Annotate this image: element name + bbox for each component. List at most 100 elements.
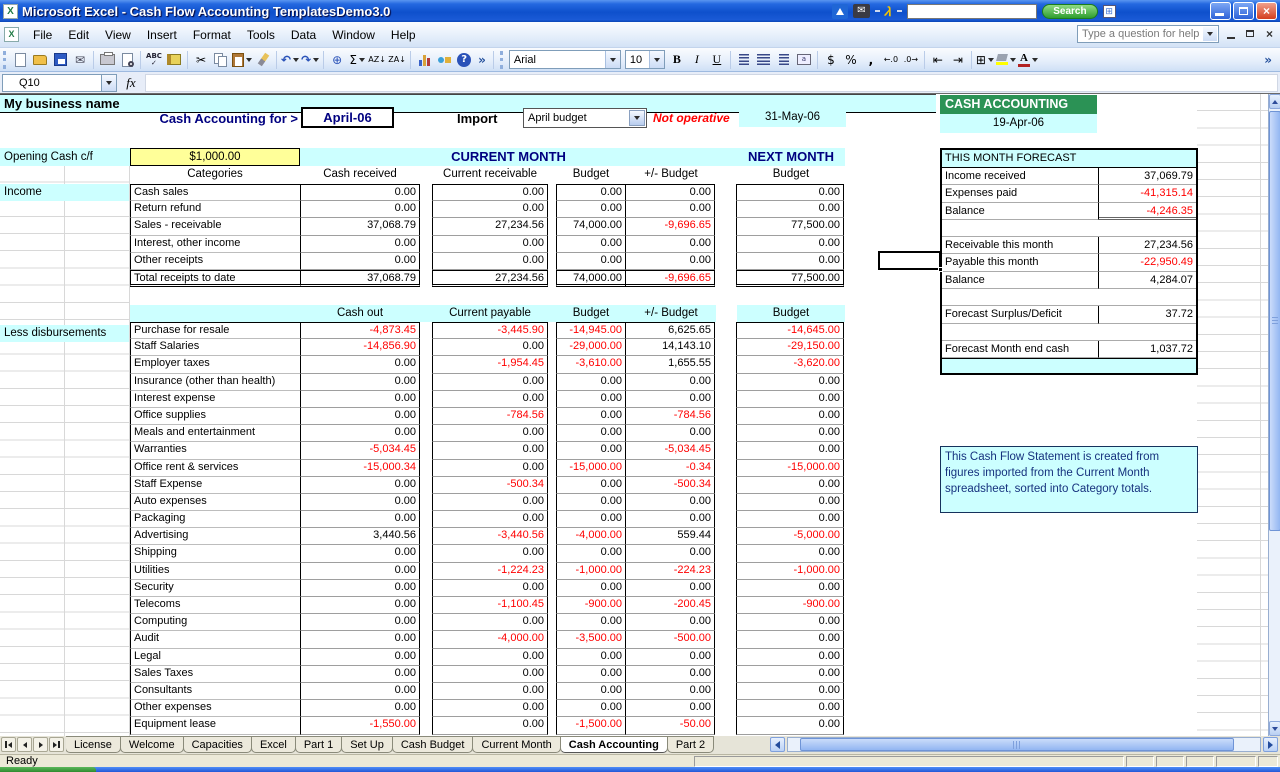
value-cell[interactable]: -1,954.45 <box>432 356 548 373</box>
gap-cell[interactable] <box>420 201 432 218</box>
forecast-value[interactable] <box>1099 324 1196 341</box>
redo-icon[interactable]: ↷ <box>300 50 320 69</box>
value-cell[interactable]: 0.00 <box>300 649 420 666</box>
gap-cell[interactable] <box>715 356 736 373</box>
gap-cell[interactable] <box>548 184 556 201</box>
gap-cell[interactable] <box>548 511 556 528</box>
value-cell[interactable]: 0.00 <box>300 391 420 408</box>
value-cell[interactable]: -29,000.00 <box>556 339 626 356</box>
value-cell[interactable]: 74,000.00 <box>556 270 626 287</box>
value-cell[interactable]: 0.00 <box>300 580 420 597</box>
column-header[interactable]: Budget <box>556 305 626 322</box>
forecast-value[interactable]: 37.72 <box>1099 306 1196 323</box>
gap-cell[interactable] <box>715 649 736 666</box>
vertical-scrollbar[interactable] <box>1268 94 1280 736</box>
value-cell[interactable]: 0.00 <box>736 253 844 270</box>
value-cell[interactable]: -15,000.34 <box>300 460 420 477</box>
value-cell[interactable]: 0.00 <box>300 374 420 391</box>
value-cell[interactable]: 0.00 <box>432 236 548 253</box>
value-cell[interactable]: -5,034.45 <box>300 442 420 459</box>
value-cell[interactable]: 0.00 <box>432 666 548 683</box>
value-cell[interactable]: 0.00 <box>432 391 548 408</box>
next-month-date-cell[interactable]: 31-May-06 <box>739 108 846 127</box>
import-dropdown[interactable]: April budget <box>523 108 647 128</box>
gap-cell[interactable] <box>548 356 556 373</box>
column-header[interactable] <box>548 305 556 322</box>
gap-cell[interactable] <box>420 700 432 717</box>
forecast-value[interactable]: 27,234.56 <box>1099 237 1196 254</box>
category-cell[interactable]: Consultants <box>130 683 300 700</box>
value-cell[interactable]: 0.00 <box>625 580 715 597</box>
sheet-tab-set-up[interactable]: Set Up <box>341 736 393 753</box>
category-cell[interactable]: Interest expense <box>130 391 300 408</box>
cash-accounting-for-label[interactable]: Cash Accounting for > <box>120 111 298 126</box>
value-cell[interactable]: 0.00 <box>300 700 420 717</box>
category-cell[interactable]: Advertising <box>130 528 300 545</box>
gap-cell[interactable] <box>420 528 432 545</box>
mail-icon[interactable]: ✉ <box>853 4 870 18</box>
value-cell[interactable]: -9,696.65 <box>625 218 715 235</box>
value-cell[interactable]: 0.00 <box>736 408 844 425</box>
value-cell[interactable]: 0.00 <box>625 253 715 270</box>
value-cell[interactable]: 0.00 <box>625 184 715 201</box>
value-cell[interactable]: 0.00 <box>736 511 844 528</box>
drawing-icon[interactable] <box>434 50 454 69</box>
value-cell[interactable]: 0.00 <box>556 649 626 666</box>
gap-cell[interactable] <box>420 442 432 459</box>
category-cell[interactable]: Meals and entertainment <box>130 425 300 442</box>
gap-cell[interactable] <box>420 649 432 666</box>
chevron-down-icon[interactable] <box>629 110 645 126</box>
gap-cell[interactable] <box>420 374 432 391</box>
menu-data[interactable]: Data <box>283 25 324 45</box>
forecast-value[interactable]: 37,069.79 <box>1099 168 1196 185</box>
aol-icon[interactable] <box>832 4 848 19</box>
gap-cell[interactable] <box>548 528 556 545</box>
bold-icon[interactable]: B <box>667 50 687 69</box>
value-cell[interactable]: -3,620.00 <box>736 356 844 373</box>
chart-wizard-icon[interactable] <box>414 50 434 69</box>
new-document-icon[interactable] <box>10 50 30 69</box>
windows-taskbar[interactable] <box>0 767 1280 772</box>
sheet-tab-current-month[interactable]: Current Month <box>472 736 560 753</box>
value-cell[interactable]: -784.56 <box>625 408 715 425</box>
value-cell[interactable]: 0.00 <box>432 614 548 631</box>
restore-button[interactable] <box>1233 2 1254 20</box>
value-cell[interactable]: 0.00 <box>556 494 626 511</box>
value-cell[interactable]: 0.00 <box>736 683 844 700</box>
menu-insert[interactable]: Insert <box>139 25 185 45</box>
badge-date-cell[interactable]: 19-Apr-06 <box>940 114 1097 133</box>
value-cell[interactable]: 0.00 <box>300 631 420 648</box>
value-cell[interactable]: -14,856.90 <box>300 339 420 356</box>
gap-cell[interactable] <box>715 700 736 717</box>
gap-cell[interactable] <box>715 545 736 562</box>
gap-cell[interactable] <box>420 425 432 442</box>
gap-cell[interactable] <box>420 356 432 373</box>
value-cell[interactable]: 0.00 <box>432 442 548 459</box>
research-icon[interactable] <box>164 50 184 69</box>
align-left-icon[interactable] <box>734 50 754 69</box>
gap-cell[interactable] <box>715 666 736 683</box>
value-cell[interactable]: -3,500.00 <box>556 631 626 648</box>
gap-cell[interactable] <box>420 545 432 562</box>
mail-recipient-icon[interactable]: ✉ <box>70 50 90 69</box>
gap-cell[interactable] <box>715 322 736 339</box>
gap-cell[interactable] <box>548 649 556 666</box>
italic-icon[interactable]: I <box>687 50 707 69</box>
gap-cell[interactable] <box>715 511 736 528</box>
toolbar-options-icon[interactable]: » <box>474 53 490 67</box>
gap-cell[interactable] <box>548 545 556 562</box>
gap-cell[interactable] <box>715 477 736 494</box>
value-cell[interactable]: -224.23 <box>625 563 715 580</box>
value-cell[interactable]: 0.00 <box>432 494 548 511</box>
value-cell[interactable]: 0.00 <box>556 683 626 700</box>
start-button[interactable] <box>0 767 96 772</box>
copy-icon[interactable] <box>211 50 231 69</box>
titlebar-search-input[interactable] <box>907 4 1037 19</box>
gap-cell[interactable] <box>420 391 432 408</box>
increase-decimal-icon[interactable]: ←.0 <box>881 50 901 69</box>
spreadsheet-area[interactable]: My business name Cash Accounting for > A… <box>0 94 1268 736</box>
value-cell[interactable]: 0.00 <box>736 477 844 494</box>
insert-function-icon[interactable]: fx <box>117 75 145 91</box>
forecast-value[interactable]: 1,037.72 <box>1099 341 1196 358</box>
category-cell[interactable]: Equipment lease <box>130 717 300 734</box>
